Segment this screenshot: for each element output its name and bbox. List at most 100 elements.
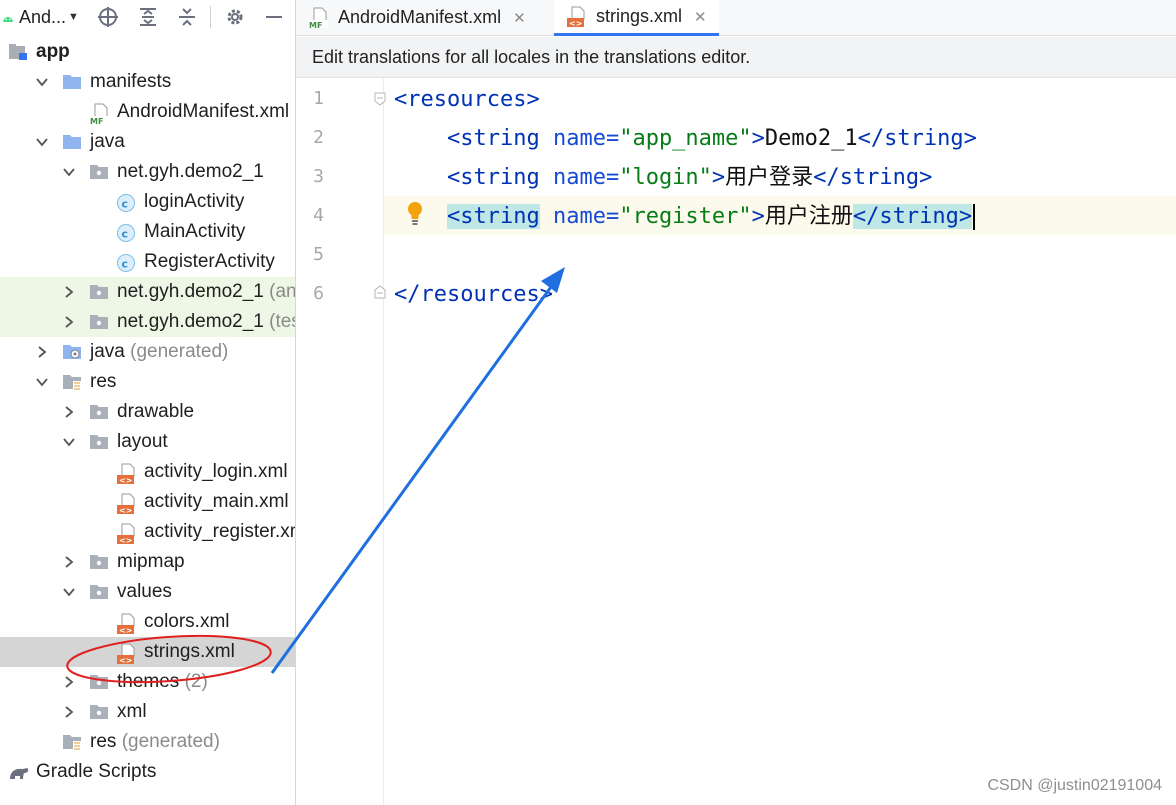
package-icon (89, 673, 109, 691)
tree-item[interactable]: <> activity_main.xml (0, 487, 295, 517)
tree-item-label: net.gyh.demo2_1 (andro (117, 277, 295, 307)
tree-item-name: res (90, 371, 117, 392)
chevron-right-icon[interactable] (62, 675, 76, 689)
chevron-down-icon[interactable] (35, 135, 49, 149)
tree-item[interactable]: xml (0, 697, 295, 727)
chevron-right-icon[interactable] (62, 555, 76, 569)
line-number: 4 (313, 205, 324, 226)
tree-item[interactable]: themes (2) (0, 667, 295, 697)
tree-item-label: AndroidManifest.xml (117, 97, 289, 127)
line-number: 6 (313, 283, 324, 304)
tree-item[interactable]: MF AndroidManifest.xml (0, 97, 295, 127)
tab-android-manifest[interactable]: MF AndroidManifest.xml ✕ (308, 0, 526, 35)
locate-icon[interactable] (96, 5, 120, 29)
chevron-down-icon[interactable] (62, 165, 76, 179)
close-tab-icon[interactable]: ✕ (694, 8, 707, 26)
tree-item-label: drawable (117, 397, 194, 427)
chevron-down-icon[interactable] (62, 435, 76, 449)
svg-text:<>: <> (119, 476, 132, 485)
tree-item[interactable]: mipmap (0, 547, 295, 577)
project-view-selector[interactable]: And... ▼ (19, 5, 81, 29)
chevron-down-icon[interactable] (35, 75, 49, 89)
code-token: string (460, 126, 540, 151)
chevron-down-icon[interactable] (35, 375, 49, 389)
svg-text:c: c (122, 258, 129, 271)
tree-item[interactable]: <> colors.xml (0, 607, 295, 637)
expand-all-icon[interactable] (136, 5, 160, 29)
tree-item-name: net.gyh.demo2_1 (117, 161, 264, 182)
settings-icon[interactable] (223, 5, 247, 29)
code-line-4: <string name="register">用户注册</string> (394, 197, 976, 236)
code-editor[interactable]: <resources> <string name="app_name">Demo… (384, 78, 1176, 805)
chevron-down-icon[interactable] (62, 585, 76, 599)
folder-icon (62, 133, 82, 151)
tree-item-label: activity_register.xml (144, 517, 295, 547)
class-icon: c (116, 223, 136, 242)
tab-strings-xml[interactable]: <> strings.xml ✕ (554, 0, 719, 36)
tree-item[interactable]: java (generated) (0, 337, 295, 367)
code-token: 用户登录 (725, 165, 814, 190)
tree-item[interactable]: <> strings.xml (0, 637, 295, 667)
tree-item[interactable]: c MainActivity (0, 217, 295, 247)
tab-label: strings.xml (596, 6, 683, 26)
tree-item[interactable]: drawable (0, 397, 295, 427)
tree-item[interactable]: layout (0, 427, 295, 457)
tree-item-label: colors.xml (144, 607, 230, 637)
chevron-right-icon[interactable] (62, 405, 76, 419)
chevron-right-icon[interactable] (62, 285, 76, 299)
code-token: string (460, 204, 540, 229)
code-token: </ (857, 126, 885, 151)
dropdown-caret-icon: ▼ (68, 11, 79, 23)
tree-item-label: themes (2) (117, 667, 208, 697)
tree-item[interactable]: <> activity_login.xml (0, 457, 295, 487)
tree-item[interactable]: res (generated) (0, 727, 295, 757)
tree-item-name: Gradle Scripts (36, 761, 157, 782)
class-icon: c (116, 253, 136, 272)
tree-item[interactable]: net.gyh.demo2_1 (andro (0, 277, 295, 307)
res-folder-icon (62, 733, 82, 751)
tree-item-name: app (36, 41, 70, 62)
chevron-right-icon[interactable] (35, 345, 49, 359)
xml-file-icon: <> (116, 613, 136, 635)
tree-item-name: themes (117, 671, 180, 692)
code-token: resources (407, 87, 527, 112)
package-icon (89, 403, 109, 421)
chevron-right-icon[interactable] (62, 705, 76, 719)
tree-item-name: net.gyh.demo2_1 (117, 281, 264, 302)
code-token: name= (552, 204, 620, 229)
code-token: string (884, 126, 964, 151)
code-token: > (526, 87, 540, 112)
line-number: 5 (313, 244, 324, 265)
tree-item[interactable]: c RegisterActivity (0, 247, 295, 277)
close-tab-icon[interactable]: ✕ (513, 9, 526, 27)
tree-item[interactable]: net.gyh.demo2_1 (0, 157, 295, 187)
svg-text:<>: <> (119, 536, 132, 545)
tree-item[interactable]: c loginActivity (0, 187, 295, 217)
tree-item-name: drawable (117, 401, 195, 422)
tree-item-name: MainActivity (144, 221, 246, 242)
res-folder-icon (62, 373, 82, 391)
chevron-right-icon[interactable] (62, 315, 76, 329)
tree-item-suffix: (test) (269, 311, 295, 332)
tree-item-label: res (90, 367, 116, 397)
hide-icon[interactable] (262, 5, 286, 29)
code-token: string (460, 165, 540, 190)
code-line-2: <string name="app_name">Demo2_1</string> (394, 119, 977, 158)
tree-item[interactable]: Gradle Scripts (0, 757, 295, 787)
xml-file-icon: <> (116, 523, 136, 545)
code-token: string (839, 165, 920, 190)
tree-item[interactable]: app (0, 37, 295, 67)
tree-item[interactable]: res (0, 367, 295, 397)
xml-file-icon: <> (116, 463, 136, 485)
tree-item[interactable]: values (0, 577, 295, 607)
tree-item-label: Gradle Scripts (36, 757, 156, 787)
tree-item[interactable]: java (0, 127, 295, 157)
tree-item[interactable]: net.gyh.demo2_1 (test) (0, 307, 295, 337)
tree-item[interactable]: <> activity_register.xml (0, 517, 295, 547)
code-token: </ (852, 204, 880, 229)
translations-editor-banner[interactable]: Edit translations for all locales in the… (296, 37, 1176, 78)
tree-item[interactable]: manifests (0, 67, 295, 97)
collapse-all-icon[interactable] (175, 5, 199, 29)
tree-item-label: res (generated) (90, 727, 220, 757)
tree-item-label: manifests (90, 67, 171, 97)
